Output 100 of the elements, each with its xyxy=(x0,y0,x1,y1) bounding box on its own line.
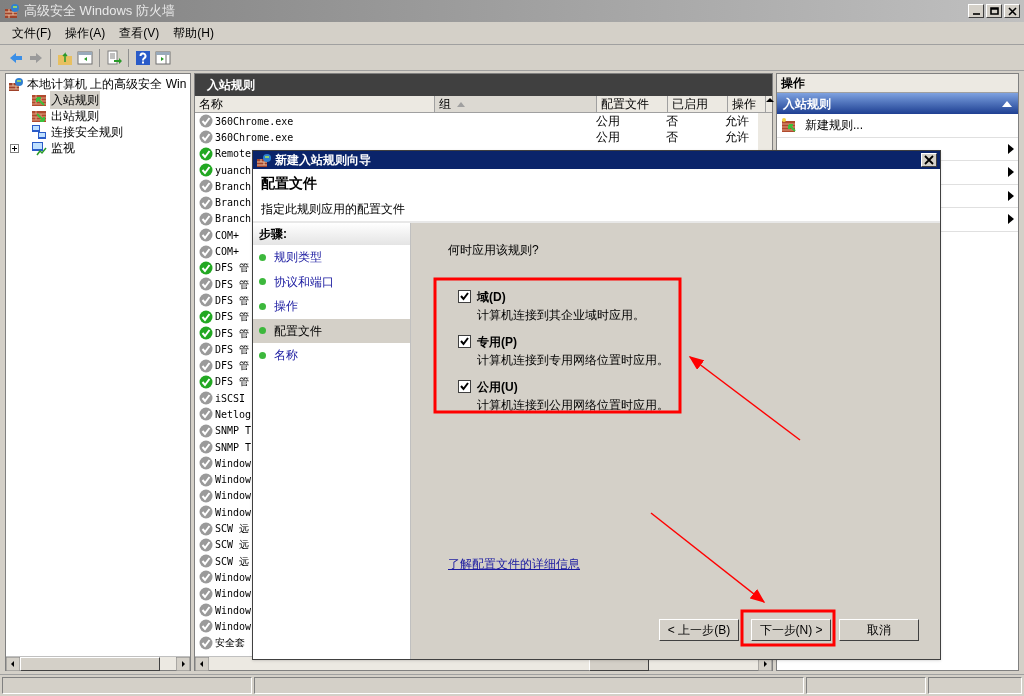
question-text: 何时应用该规则? xyxy=(448,242,540,259)
pane-title: 操作 xyxy=(781,75,805,92)
firewall-icon xyxy=(8,76,24,92)
rule-name[interactable]: Window xyxy=(215,602,252,618)
rule-name[interactable]: Window xyxy=(215,488,252,504)
rule-name[interactable]: Remote xyxy=(215,146,252,162)
rule-name[interactable]: Window xyxy=(215,569,252,585)
tree-item[interactable]: 连接安全规则 xyxy=(50,123,124,141)
checkbox-description: 计算机连接到专用网络位置时应用。 xyxy=(477,352,669,369)
tree-item[interactable]: 出站规则 xyxy=(50,107,100,125)
step-item[interactable]: 规则类型 xyxy=(253,245,410,270)
submenu-arrow-icon[interactable] xyxy=(1008,214,1014,225)
rule-name[interactable]: yuanch xyxy=(215,162,252,178)
rule-name[interactable]: Window xyxy=(215,504,252,520)
menu-item[interactable]: 查看(V) xyxy=(119,24,160,42)
submenu-arrow-icon[interactable] xyxy=(1008,167,1014,178)
rule-name[interactable]: DFS 管 xyxy=(215,374,250,390)
rule-name[interactable]: 安全套 xyxy=(215,635,245,651)
maximize-button[interactable] xyxy=(986,4,1002,18)
step-item[interactable]: 操作 xyxy=(253,294,410,319)
rule-name[interactable]: DFS 管 xyxy=(215,341,250,357)
tree-item[interactable]: 本地计算机 上的高级安全 Win xyxy=(27,75,187,93)
close-icon xyxy=(1007,6,1017,16)
panel-icon[interactable] xyxy=(155,49,171,66)
step-dot-icon xyxy=(259,351,266,359)
rule-name[interactable]: SCW 远 xyxy=(215,537,250,553)
new-rule-icon[interactable] xyxy=(781,117,797,134)
scroll-right-icon[interactable] xyxy=(176,657,190,671)
rule-name[interactable]: Netlog xyxy=(215,407,252,422)
rule-name[interactable]: Window xyxy=(215,618,252,634)
close-button[interactable] xyxy=(1004,4,1020,18)
rule-name[interactable]: Branch xyxy=(215,178,252,194)
checkbox[interactable] xyxy=(458,290,471,303)
monitor-rules-icon xyxy=(31,140,47,156)
help-link[interactable]: 了解配置文件的详细信息 xyxy=(448,555,580,573)
scroll-left-icon[interactable] xyxy=(195,657,209,671)
table-cell-text: 公用 xyxy=(595,129,622,147)
rule-name[interactable]: Window xyxy=(215,472,252,488)
expand-icon[interactable] xyxy=(9,143,19,153)
scroll-up-icon[interactable] xyxy=(766,96,774,104)
submenu-arrow-icon[interactable] xyxy=(1008,143,1014,154)
rule-name[interactable]: DFS 管 xyxy=(215,276,250,292)
dialog-title: 新建入站规则向导 xyxy=(275,152,372,169)
menu-item[interactable]: 帮助(H) xyxy=(173,24,214,42)
checkbox[interactable] xyxy=(458,335,471,348)
checkbox-description: 计算机连接到公用网络位置时应用。 xyxy=(477,397,669,414)
checkbox-description: 计算机连接到其企业域时应用。 xyxy=(477,307,645,324)
rule-name[interactable]: SCW 远 xyxy=(215,553,250,569)
outbound-rules-icon xyxy=(31,108,47,124)
rule-name[interactable]: DFS 管 xyxy=(215,260,250,276)
rule-name[interactable]: iSCSI xyxy=(215,390,246,406)
panel-icon[interactable] xyxy=(77,49,93,66)
checkbox-label[interactable]: 公用(U) xyxy=(477,378,669,396)
rule-name[interactable]: Branch xyxy=(215,211,252,227)
tree-item[interactable]: 入站规则 xyxy=(50,91,100,109)
rule-name[interactable]: DFS 管 xyxy=(215,358,250,374)
minimize-button[interactable] xyxy=(968,4,984,18)
step-item[interactable]: 名称 xyxy=(253,343,410,368)
table-cell-text: 允许 xyxy=(723,113,750,131)
horizontal-scrollbar[interactable] xyxy=(6,656,190,670)
dialog-heading: 配置文件 xyxy=(261,173,318,193)
menu-item[interactable]: 操作(A) xyxy=(65,24,106,42)
rule-name[interactable]: DFS 管 xyxy=(215,309,250,325)
rule-name[interactable]: Branch xyxy=(215,195,252,211)
rule-name[interactable]: Window xyxy=(215,455,252,471)
rule-name[interactable]: 360Chrome.exe xyxy=(215,113,294,129)
rule-name[interactable]: SCW 远 xyxy=(215,521,250,537)
firewall-icon xyxy=(4,3,20,19)
firewall-icon xyxy=(256,152,272,168)
tree-item[interactable]: 监视 xyxy=(50,139,76,157)
table-cell-text: 公用 xyxy=(595,113,622,131)
checkbox-label[interactable]: 专用(P) xyxy=(477,333,669,351)
rule-name[interactable]: 360Chrome.exe xyxy=(215,129,294,145)
next-button[interactable]: 下一步(N) > xyxy=(751,619,831,641)
scroll-left-icon[interactable] xyxy=(6,657,20,671)
section-header[interactable]: 入站规则 xyxy=(777,93,1018,114)
help-icon[interactable] xyxy=(135,49,151,66)
step-item[interactable]: 配置文件 xyxy=(253,318,410,343)
export-list-icon[interactable] xyxy=(106,49,122,66)
submenu-arrow-icon[interactable] xyxy=(1008,190,1014,201)
step-dot-icon xyxy=(259,278,266,286)
rule-name[interactable]: COM+ xyxy=(215,227,240,243)
rule-name[interactable]: Window xyxy=(215,586,252,602)
step-dot-icon xyxy=(259,253,266,261)
checkbox[interactable] xyxy=(458,380,471,393)
column-header[interactable]: 组 xyxy=(435,96,597,112)
rule-name[interactable]: SNMP T xyxy=(215,423,252,439)
checkbox-label[interactable]: 域(D) xyxy=(477,288,645,306)
step-item[interactable]: 协议和端口 xyxy=(253,269,410,294)
close-button[interactable] xyxy=(921,153,937,167)
table-cell-text: 允许 xyxy=(723,129,750,147)
rule-name[interactable]: DFS 管 xyxy=(215,325,250,341)
cancel-button[interactable]: 取消 xyxy=(839,619,919,641)
menu-item[interactable]: 文件(F) xyxy=(12,24,52,42)
action-item[interactable]: 新建规则... xyxy=(805,116,863,135)
rule-name[interactable]: COM+ xyxy=(215,244,240,259)
rule-name[interactable]: DFS 管 xyxy=(215,292,250,308)
maximize-icon xyxy=(989,7,999,15)
rule-name[interactable]: SNMP T xyxy=(215,439,252,455)
back-button[interactable]: < 上一步(B) xyxy=(659,619,739,641)
